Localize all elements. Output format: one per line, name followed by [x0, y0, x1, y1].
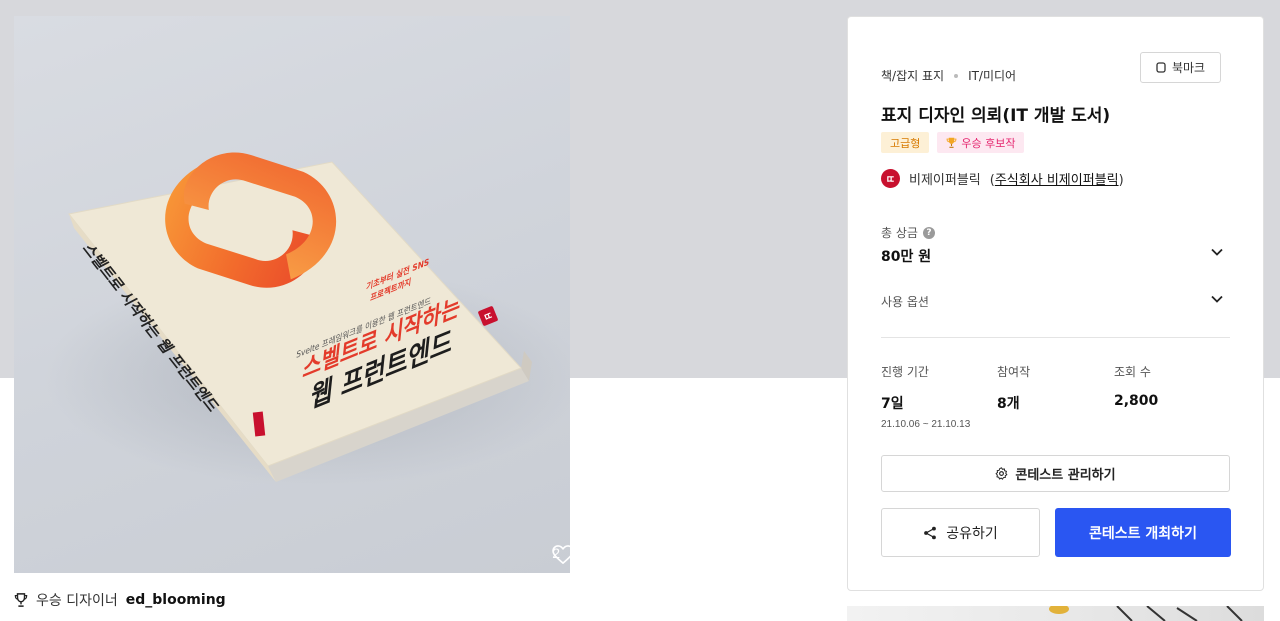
- book-cover-mockup: Svelte 프레임워크를 이용한 웹 프런트엔드 스벨트로 시작하는 웹 프런…: [44, 152, 570, 486]
- breadcrumb-subcategory[interactable]: IT/미디어: [968, 67, 1016, 84]
- breadcrumb-category[interactable]: 책/잡지 표지: [881, 67, 944, 84]
- help-icon[interactable]: ?: [922, 226, 935, 239]
- host-company: ㄸ 비제이퍼블릭 (주식회사 비제이퍼블릭): [881, 169, 1124, 188]
- breadcrumb-separator: [954, 73, 959, 78]
- share-button[interactable]: 공유하기: [881, 508, 1040, 557]
- contest-info-card: 책/잡지 표지 IT/미디어 북마크 표지 디자인 의뢰(IT 개발 도서) 고…: [847, 16, 1264, 591]
- share-icon: [924, 526, 937, 539]
- heart-icon: [552, 545, 570, 564]
- trophy-icon: [14, 593, 28, 607]
- usage-chevron-down-icon[interactable]: [1209, 291, 1225, 307]
- contest-title: 표지 디자인 의뢰(IT 개발 도서): [881, 106, 1111, 126]
- company-name: 비제이퍼블릭: [909, 173, 981, 188]
- premium-badge: 고급형: [881, 132, 930, 153]
- manage-contest-button[interactable]: 콘테스트 관리하기: [881, 455, 1230, 492]
- prize-chevron-down-icon[interactable]: [1209, 244, 1225, 260]
- bookmark-label: 북마크: [1171, 61, 1206, 75]
- winner-designer: 우승 디자이너 ed_blooming: [14, 590, 226, 610]
- winning-design-image[interactable]: Svelte 프레임워크를 이용한 웹 프런트엔드 스벨트로 시작하는 웹 프런…: [14, 16, 570, 573]
- company-full-name[interactable]: (주식회사 비제이퍼블릭): [990, 169, 1124, 188]
- usage-options-label[interactable]: 사용 옵션: [881, 293, 929, 310]
- breadcrumb: 책/잡지 표지 IT/미디어: [881, 67, 1016, 84]
- designer-prefix: 우승 디자이너: [36, 593, 118, 609]
- gear-icon: [995, 467, 1008, 480]
- contest-badges: 고급형 우승 후보작: [881, 132, 1025, 153]
- winner-candidate-badge: 우승 후보작: [937, 132, 1025, 153]
- divider: [881, 337, 1230, 338]
- total-prize-label: 총 상금 ?: [881, 224, 935, 241]
- like-button[interactable]: 2: [552, 545, 570, 564]
- bookmark-button[interactable]: 북마크: [1140, 52, 1221, 83]
- stat-entries: 참여작 8개: [997, 365, 1031, 412]
- period-dates: 21.10.06 ~ 21.10.13: [881, 419, 971, 430]
- designer-name-link[interactable]: ed_blooming: [126, 592, 226, 608]
- stat-views: 조회 수 2,800: [1114, 365, 1159, 409]
- bookmark-icon: [1156, 62, 1166, 73]
- host-contest-button[interactable]: 콘테스트 개최하기: [1055, 508, 1231, 557]
- company-logo: ㄸ: [881, 169, 900, 188]
- next-card-preview: [847, 606, 1264, 621]
- total-prize-value: 80만 원: [881, 249, 932, 265]
- stat-period: 진행 기간 7일 21.10.06 ~ 21.10.13: [881, 365, 971, 430]
- trophy-icon: [946, 137, 957, 148]
